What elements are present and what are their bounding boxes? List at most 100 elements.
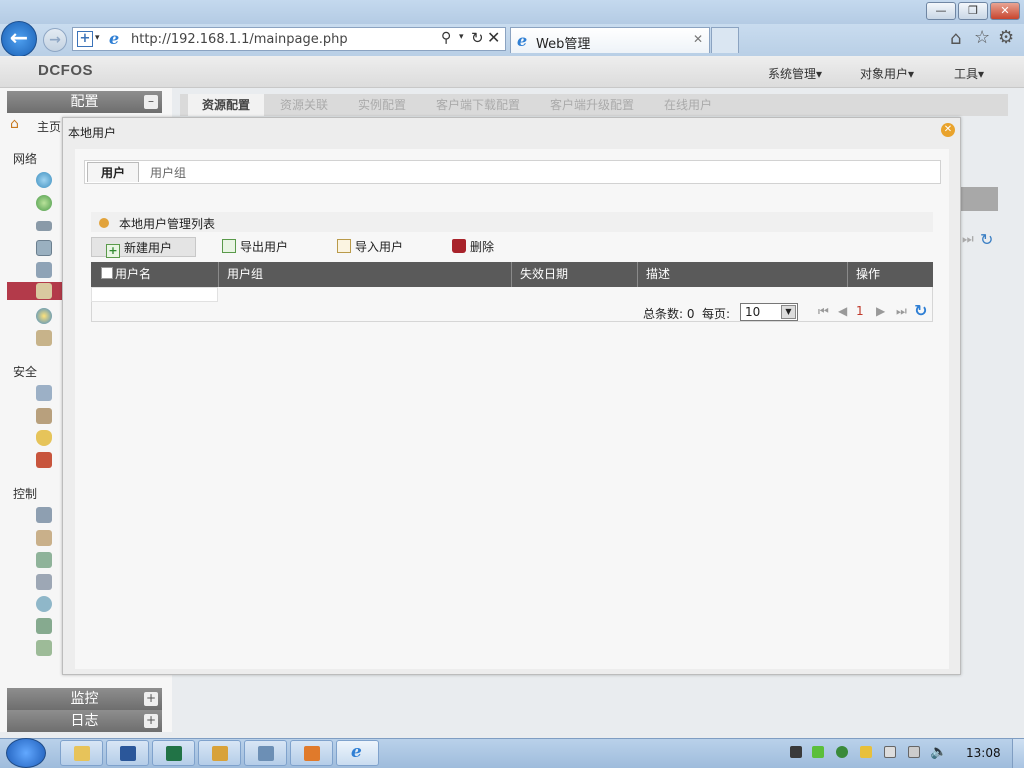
close-window-button[interactable]: ✕ — [990, 2, 1020, 20]
first-page-icon[interactable]: ⏮ — [818, 304, 829, 319]
refresh-icon[interactable]: ↻ — [914, 301, 927, 320]
chart-control-icon[interactable] — [36, 552, 52, 568]
sidebar-log-header[interactable]: 日志 + — [7, 710, 162, 732]
tab-client-download[interactable]: 客户端下载配置 — [436, 94, 520, 116]
back-icon[interactable]: ← — [1, 21, 37, 57]
delete-button[interactable]: 删除 — [452, 237, 494, 257]
app-control-icon[interactable] — [36, 530, 52, 546]
select-arrow-icon[interactable]: ▼ — [781, 305, 796, 319]
new-user-button[interactable]: + 新建用户 — [91, 237, 196, 258]
globe-icon[interactable] — [36, 172, 52, 188]
ie-network-icon[interactable] — [36, 308, 52, 324]
tray-green-icon[interactable] — [812, 746, 824, 758]
column-username[interactable]: 用户名 — [115, 262, 219, 287]
clock[interactable]: 13:08 — [966, 746, 1001, 760]
current-page: 1 — [856, 304, 864, 318]
start-button[interactable] — [6, 738, 46, 768]
arp-icon[interactable] — [36, 452, 52, 468]
url-text[interactable]: http://192.168.1.1/mainpage.php — [131, 32, 348, 47]
routing-icon[interactable] — [36, 262, 52, 278]
collapse-icon[interactable]: – — [144, 95, 158, 109]
shield-icon[interactable] — [36, 430, 52, 446]
last-page-icon[interactable]: ⏭ — [896, 304, 907, 319]
search-dropdown-icon[interactable]: ▾ — [459, 32, 464, 42]
package-icon — [212, 746, 228, 761]
taskbar-remote[interactable] — [244, 740, 287, 766]
show-desktop-button[interactable] — [1012, 739, 1024, 768]
tab-users[interactable]: 用户 — [87, 162, 139, 182]
sidebar-home[interactable]: 主页 — [37, 118, 61, 135]
taskbar-ie[interactable]: e — [336, 740, 379, 766]
tab-instance-config[interactable]: 实例配置 — [358, 94, 406, 116]
gear-icon[interactable]: ⚙ — [998, 27, 1014, 48]
add-user-icon: + — [106, 244, 120, 258]
expand-icon[interactable]: + — [144, 714, 158, 728]
table-icon[interactable] — [36, 240, 52, 256]
building-icon[interactable] — [36, 574, 52, 590]
menu-system-admin[interactable]: 系统管理▾ — [768, 65, 822, 82]
sidebar-config-header[interactable]: 配置 – — [7, 91, 162, 113]
tab-user-groups[interactable]: 用户组 — [150, 164, 186, 181]
tab-resource-config[interactable]: 资源配置 — [188, 94, 264, 116]
minimize-button[interactable]: — — [926, 2, 956, 20]
column-actions[interactable]: 操作 — [848, 262, 933, 287]
tray-app-icon[interactable] — [790, 746, 802, 758]
export-users-button[interactable]: 导出用户 — [222, 237, 288, 257]
monitor-control-icon[interactable] — [36, 618, 52, 634]
compat-view-icon[interactable]: + — [77, 31, 93, 47]
users-icon[interactable] — [36, 283, 52, 299]
sidebar-log-label: 日志 — [70, 713, 99, 729]
taskbar-explorer[interactable] — [60, 740, 103, 766]
select-all-checkbox[interactable] — [101, 267, 113, 279]
tab-resource-assoc[interactable]: 资源关联 — [280, 94, 328, 116]
menu-tools[interactable]: 工具▾ — [954, 65, 984, 82]
new-tab-button[interactable] — [711, 27, 739, 53]
export-icon — [222, 239, 236, 253]
home-icon[interactable]: ⌂ — [950, 28, 961, 49]
sidebar-monitor-header[interactable]: 监控 + — [7, 688, 162, 710]
tab-online-users[interactable]: 在线用户 — [664, 94, 712, 116]
user-config-icon[interactable] — [36, 330, 52, 346]
sidebar-config-label: 配置 — [70, 94, 99, 110]
restore-button[interactable]: ❐ — [958, 2, 988, 20]
firewall-icon[interactable] — [36, 385, 52, 401]
favorites-star-icon[interactable]: ☆ — [974, 27, 990, 48]
chevron-down-icon[interactable]: ▾ — [95, 33, 100, 43]
refresh-icon[interactable]: ↻ — [471, 29, 484, 47]
tray-clipboard-icon[interactable] — [884, 746, 896, 758]
browser-tab[interactable]: e Web管理 ✕ — [510, 27, 710, 53]
tab-close-icon[interactable]: ✕ — [693, 32, 703, 46]
tray-shield-icon[interactable] — [836, 746, 848, 758]
sidebar-cat-control: 控制 — [13, 487, 38, 501]
address-bar[interactable]: + ▾ e http://192.168.1.1/mainpage.php ⚲ … — [72, 27, 506, 51]
search-icon[interactable]: ⚲ — [441, 30, 451, 46]
tray-security-icon[interactable] — [860, 746, 872, 758]
tray-network-icon[interactable] — [908, 746, 920, 758]
taskbar-media[interactable] — [290, 740, 333, 766]
forward-icon[interactable]: → — [43, 28, 67, 52]
message-control-icon[interactable] — [36, 640, 52, 656]
taskbar-app[interactable] — [198, 740, 241, 766]
import-users-button[interactable]: 导入用户 — [337, 237, 403, 257]
taskbar-excel[interactable] — [152, 740, 195, 766]
taskbar-word[interactable] — [106, 740, 149, 766]
next-page-icon[interactable]: ▶ — [876, 304, 885, 318]
prev-page-icon[interactable]: ◀ — [838, 304, 847, 318]
home-house-icon[interactable]: ⌂ — [10, 116, 19, 132]
column-expiry-date[interactable]: 失效日期 — [512, 262, 638, 287]
policy-icon[interactable] — [36, 408, 52, 424]
pager-total: 总条数: 0 — [643, 307, 695, 321]
chat-control-icon[interactable] — [36, 596, 52, 612]
column-description[interactable]: 描述 — [638, 262, 848, 287]
stop-icon[interactable]: ✕ — [487, 28, 500, 47]
network-globe-icon[interactable] — [36, 195, 52, 211]
volume-icon[interactable]: 🔈 — [930, 744, 947, 760]
column-user-group[interactable]: 用户组 — [219, 262, 512, 287]
media-icon — [304, 746, 320, 761]
dialog-close-icon[interactable]: ✕ — [941, 123, 955, 137]
interface-icon[interactable] — [36, 221, 52, 231]
control-screen-icon[interactable] — [36, 507, 52, 523]
menu-object-users[interactable]: 对象用户▾ — [860, 65, 914, 82]
tab-client-upgrade[interactable]: 客户端升级配置 — [550, 94, 634, 116]
expand-icon[interactable]: + — [144, 692, 158, 706]
